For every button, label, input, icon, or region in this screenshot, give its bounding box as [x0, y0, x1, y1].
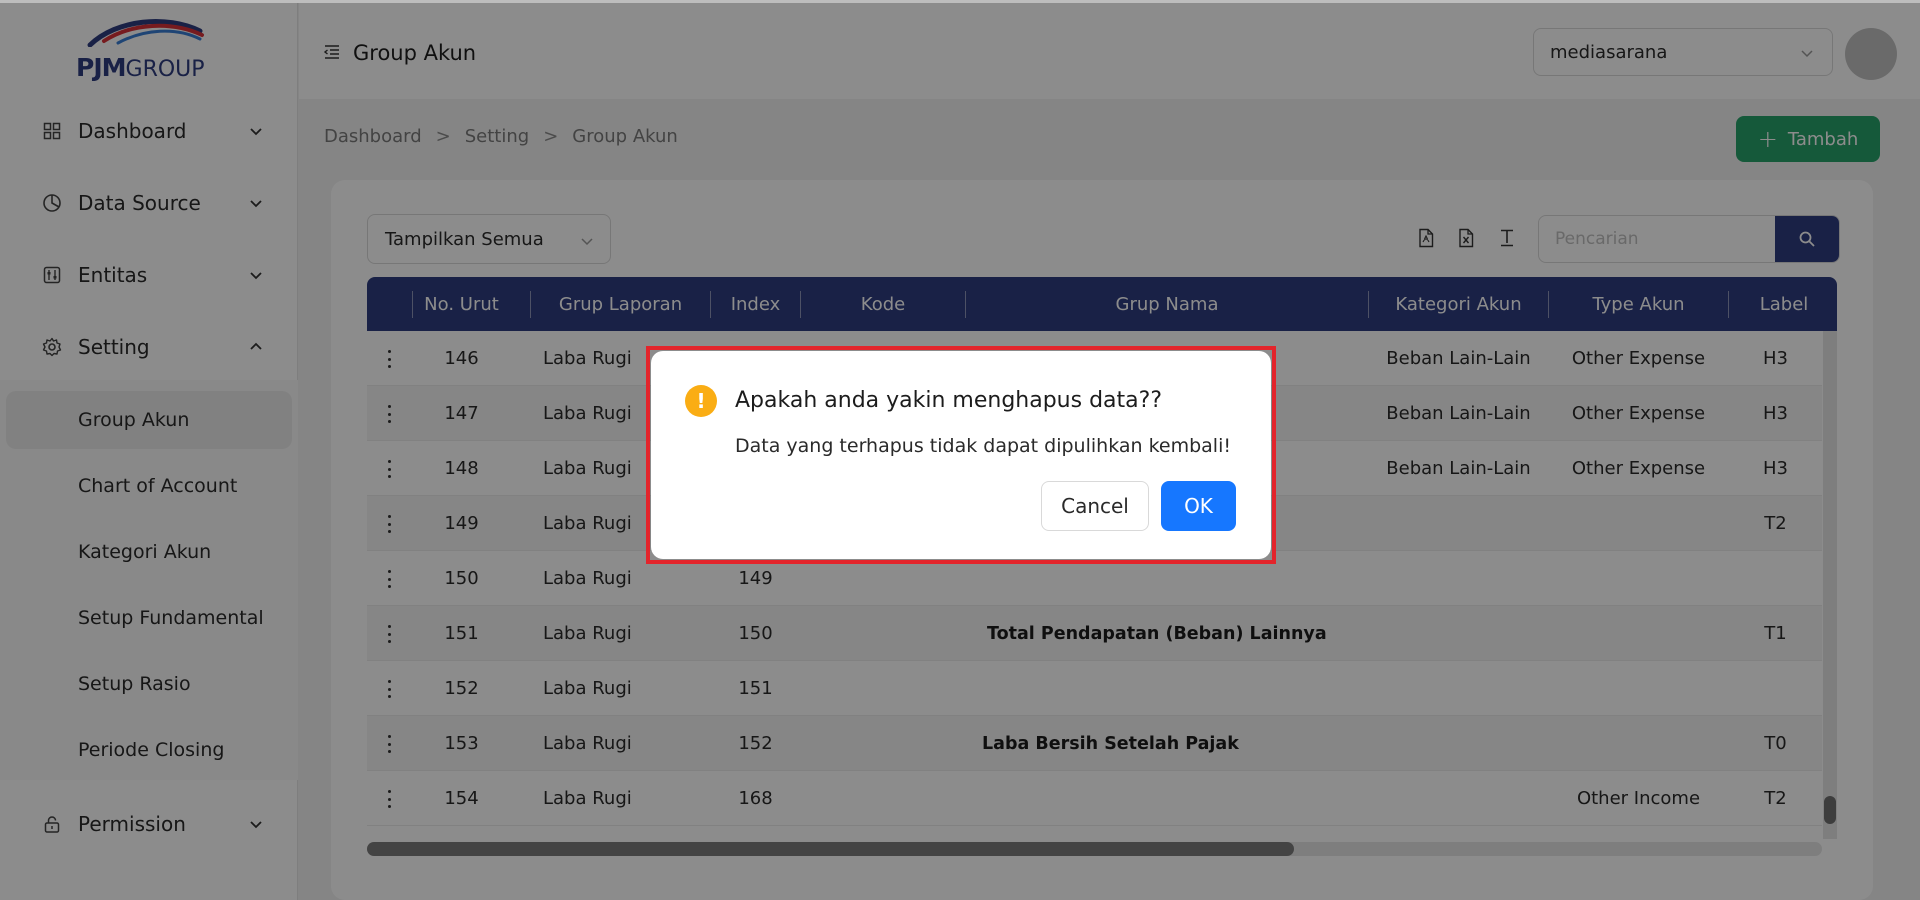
ok-button[interactable]: OK	[1161, 481, 1236, 531]
dialog-message: Data yang terhapus tidak dapat dipulihka…	[735, 435, 1231, 457]
window-top-border	[0, 0, 1920, 3]
cancel-button[interactable]: Cancel	[1041, 481, 1149, 531]
warning-icon: !	[685, 385, 717, 417]
dialog-title: Apakah anda yakin menghapus data??	[735, 388, 1162, 413]
confirm-delete-dialog: ! Apakah anda yakin menghapus data?? Dat…	[651, 351, 1271, 559]
